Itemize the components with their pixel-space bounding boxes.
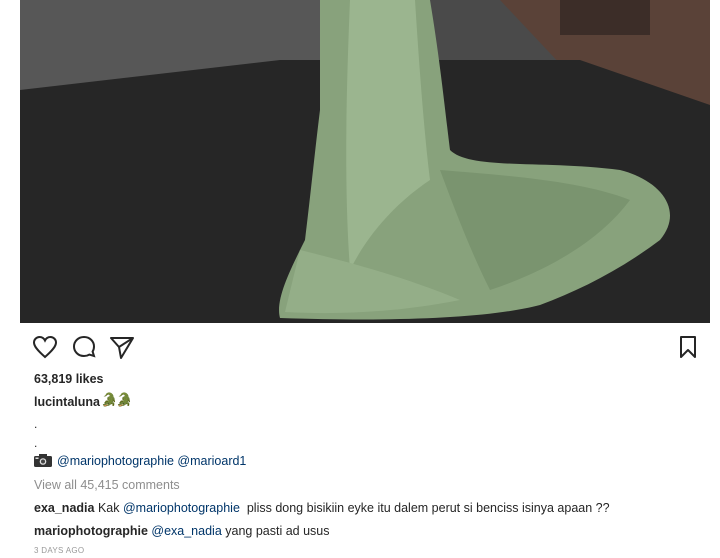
view-all-comments-link[interactable]: View all 45,415 comments: [34, 478, 180, 492]
caption-dot-1: .: [34, 417, 38, 431]
camera-icon: [34, 454, 52, 467]
heart-icon[interactable]: [31, 333, 59, 361]
mention-link[interactable]: @mariophotographie: [57, 454, 174, 468]
caption-mentions: @mariophotographie @marioard1: [34, 454, 246, 468]
likes-count[interactable]: 63,819 likes: [34, 372, 104, 386]
bookmark-icon[interactable]: [674, 333, 702, 361]
comment-prefix: Kak: [97, 501, 123, 515]
caption-dot-2: .: [34, 436, 38, 450]
caption-username[interactable]: lucintaluna: [34, 395, 100, 409]
mention-link[interactable]: @mariophotographie: [123, 501, 240, 515]
comment-bubble-icon[interactable]: [70, 333, 98, 361]
comment-text: yang pasti ad usus: [221, 524, 330, 538]
mention-link[interactable]: @marioard1: [177, 454, 246, 468]
paper-plane-icon[interactable]: [108, 333, 136, 361]
caption-emoji: 🐊🐊: [101, 392, 132, 407]
post-photo[interactable]: [20, 0, 710, 323]
comment-username[interactable]: mariophotographie: [34, 524, 148, 538]
post-image: [20, 0, 710, 323]
comment-item: mariophotographie @exa_nadia yang pasti …: [34, 524, 330, 538]
mention-link[interactable]: @exa_nadia: [151, 524, 221, 538]
post-actions: [0, 333, 720, 363]
comment-username[interactable]: exa_nadia: [34, 501, 94, 515]
post-timestamp[interactable]: 3 DAYS AGO: [34, 546, 84, 555]
comment-item: exa_nadia Kak @mariophotographie pliss d…: [34, 501, 610, 515]
comment-text: pliss dong bisikiin eyke itu dalem perut…: [239, 501, 610, 515]
